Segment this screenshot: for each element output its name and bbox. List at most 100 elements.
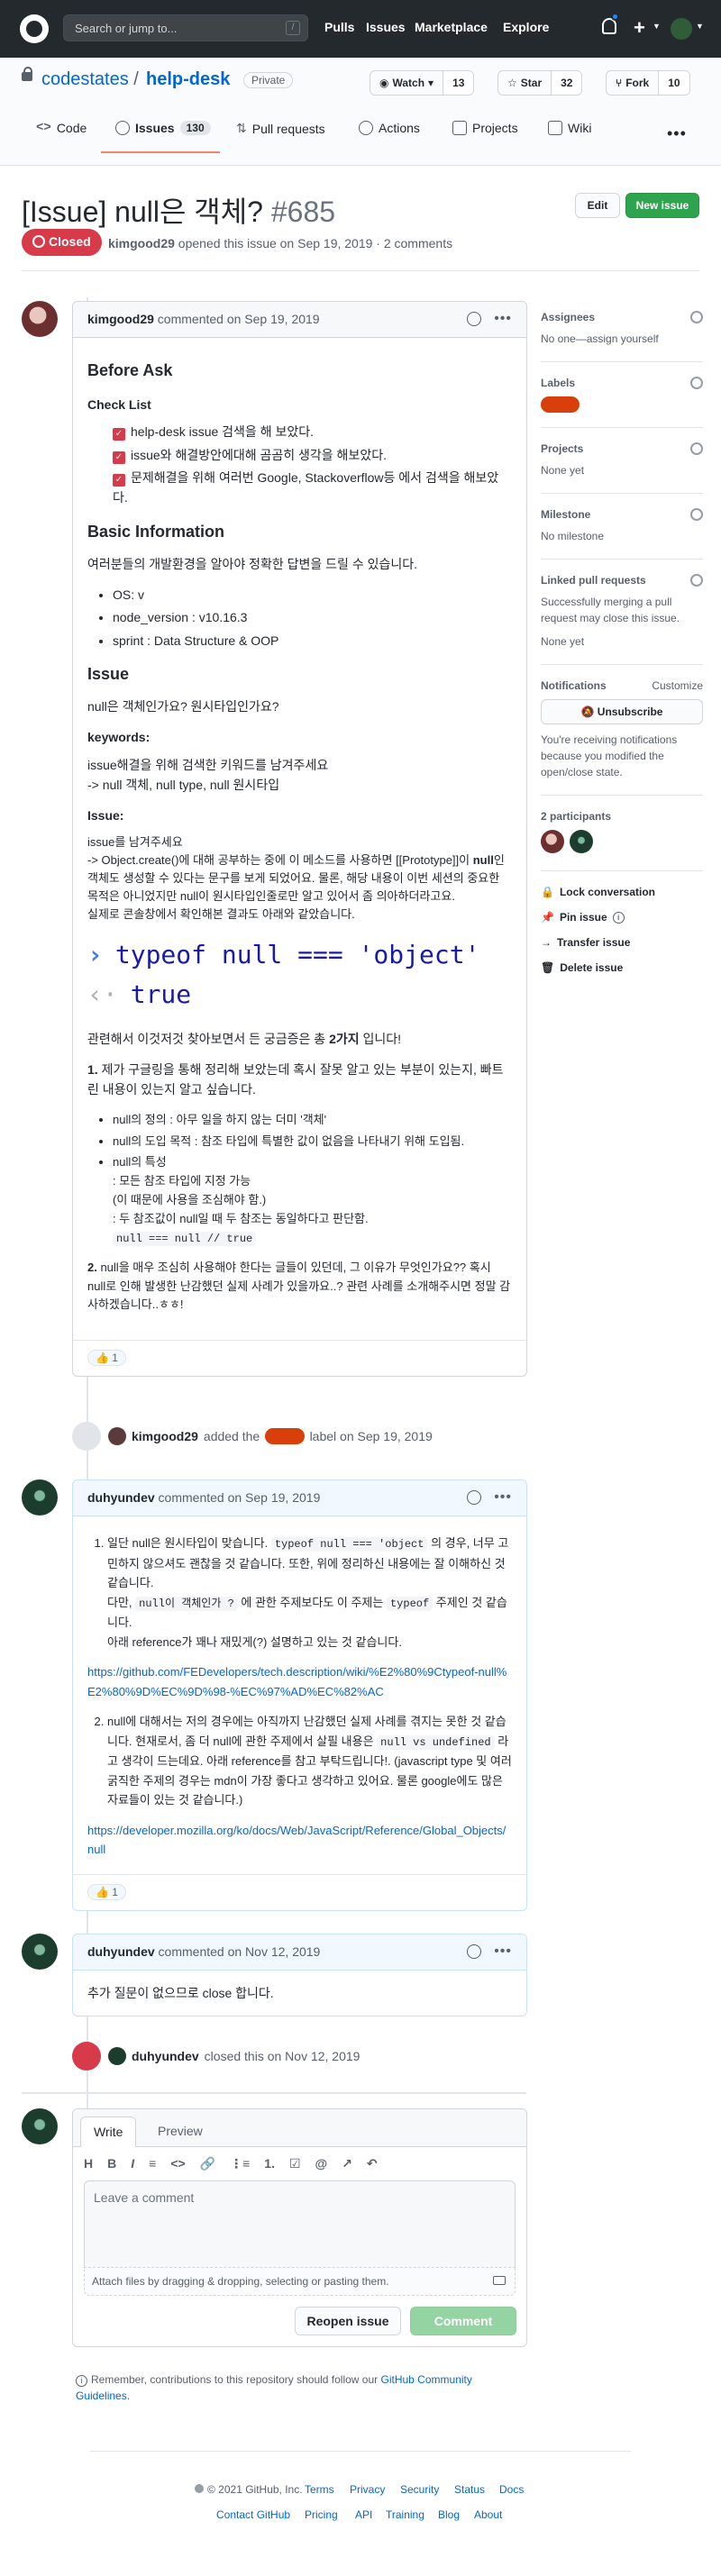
transfer-issue-button[interactable]: → Transfer issue: [541, 936, 703, 949]
nav-marketplace[interactable]: Marketplace: [415, 20, 488, 34]
gear-icon[interactable]: [690, 311, 703, 323]
repo-name-link[interactable]: help-desk: [146, 69, 230, 90]
repo-owner-link[interactable]: codestates /: [41, 69, 139, 90]
nav-explore[interactable]: Explore: [503, 20, 549, 34]
gear-icon[interactable]: [690, 442, 703, 455]
star-count[interactable]: 32: [551, 71, 582, 95]
footer-link-api[interactable]: API: [355, 2508, 372, 2521]
issue-label[interactable]: label: [265, 1428, 305, 1444]
reference-link[interactable]: https://github.com/FEDevelopers/tech.des…: [87, 1665, 507, 1698]
tab-preview[interactable]: Preview: [145, 2116, 215, 2147]
cross-reference-icon[interactable]: ↗: [342, 2156, 352, 2171]
smiley-icon[interactable]: [467, 1944, 481, 1959]
bold-icon[interactable]: B: [107, 2156, 116, 2171]
footer-link-contact[interactable]: Contact GitHub: [216, 2508, 290, 2521]
footer-link-security[interactable]: Security: [400, 2483, 439, 2496]
paragraph: issue를 남겨주세요 -> Object.create()에 대해 공부하는 …: [87, 834, 505, 922]
avatar[interactable]: [22, 301, 58, 337]
footer-link-privacy[interactable]: Privacy: [350, 2483, 385, 2496]
unordered-list-icon[interactable]: ⋮≡: [230, 2156, 250, 2171]
reopen-issue-button[interactable]: Reopen issue: [295, 2307, 401, 2335]
comment-button[interactable]: Comment: [410, 2307, 516, 2335]
more-horizontal-icon[interactable]: •••: [667, 124, 687, 143]
thumbs-up-reaction[interactable]: 👍 1: [87, 1883, 126, 1900]
tab-pull-requests[interactable]: ⇅ Pull requests: [236, 121, 325, 136]
footer-link-pricing[interactable]: Pricing: [305, 2508, 338, 2521]
smiley-icon[interactable]: [467, 1490, 481, 1505]
comment-header: duhyundev commented on Nov 12, 2019 •••: [73, 1934, 526, 1971]
attach-files-area[interactable]: Attach files by dragging & dropping, sel…: [84, 2267, 516, 2296]
footer-link-about[interactable]: About: [474, 2508, 502, 2521]
avatar[interactable]: [22, 1479, 58, 1516]
avatar[interactable]: [108, 1427, 126, 1445]
kebab-horizontal-icon[interactable]: •••: [494, 311, 512, 327]
user-avatar[interactable]: [671, 18, 692, 40]
checklist-item[interactable]: help-desk issue 검색을 해 보았다.: [113, 422, 512, 441]
footer-link-status[interactable]: Status: [454, 2483, 485, 2496]
task-list-icon[interactable]: ☑: [289, 2156, 301, 2171]
comment-author[interactable]: duhyundev: [87, 1944, 155, 1959]
star-button[interactable]: ☆ Star 32: [497, 70, 583, 96]
paragraph: 1. 제가 구글링을 통해 정리해 보았는데 혹시 잘못 알고 있는 부분이 있…: [87, 1061, 504, 1097]
code-icon[interactable]: <>: [170, 2156, 185, 2171]
search-input[interactable]: Search or jump to... /: [63, 14, 308, 41]
new-issue-button[interactable]: New issue: [625, 193, 699, 218]
edit-button[interactable]: Edit: [575, 193, 620, 218]
tab-projects[interactable]: Projects: [452, 121, 518, 135]
footer-link-training[interactable]: Training: [386, 2508, 424, 2521]
link-icon[interactable]: 🔗: [200, 2156, 215, 2171]
unsubscribe-button[interactable]: 🔕 Unsubscribe: [541, 699, 703, 724]
fork-button[interactable]: ⑂ Fork 10: [606, 70, 690, 96]
event-actor[interactable]: kimgood29: [132, 1429, 198, 1443]
create-new-plus-icon[interactable]: +: [634, 16, 645, 40]
fork-count[interactable]: 10: [658, 71, 689, 95]
watch-count[interactable]: 13: [443, 71, 474, 95]
reply-icon[interactable]: ↶: [367, 2156, 378, 2171]
delete-issue-button[interactable]: 🗑 Delete issue: [541, 961, 703, 974]
tab-wiki[interactable]: Wiki: [548, 121, 591, 135]
tab-code[interactable]: <> Code: [36, 121, 87, 135]
tab-write[interactable]: Write: [80, 2116, 137, 2147]
nav-pulls[interactable]: Pulls: [324, 20, 354, 34]
smiley-icon[interactable]: [467, 312, 481, 326]
event-actor[interactable]: duhyundev: [132, 2049, 199, 2063]
comment-author[interactable]: kimgood29: [87, 312, 154, 326]
quote-icon[interactable]: ≡: [149, 2156, 156, 2171]
kebab-horizontal-icon[interactable]: •••: [494, 1943, 512, 1960]
kebab-horizontal-icon[interactable]: •••: [494, 1489, 512, 1506]
tab-issues[interactable]: Issues 130: [115, 121, 211, 135]
watch-button[interactable]: ◉ Watch ▾ 13: [370, 70, 475, 96]
avatar[interactable]: [108, 2047, 126, 2065]
tab-actions[interactable]: Actions: [359, 121, 420, 135]
mention-icon[interactable]: @: [315, 2156, 328, 2171]
author-link[interactable]: kimgood29: [108, 236, 175, 250]
comment-author[interactable]: duhyundev: [87, 1490, 155, 1505]
avatar[interactable]: [541, 830, 564, 853]
reference-link[interactable]: https://developer.mozilla.org/ko/docs/We…: [87, 1824, 506, 1856]
checklist-item[interactable]: 문제해결을 위해 여러번 Google, Stackoverflow등 에서 검…: [113, 468, 512, 508]
avatar[interactable]: [22, 1934, 58, 1970]
footer-link-docs[interactable]: Docs: [499, 2483, 524, 2496]
lock-conversation-button[interactable]: 🔒 Lock conversation: [541, 886, 703, 898]
gear-icon[interactable]: [690, 508, 703, 521]
thumbs-up-reaction[interactable]: 👍 1: [87, 1350, 126, 1367]
issue-label[interactable]: label: [541, 396, 580, 413]
avatar[interactable]: [569, 830, 593, 853]
tag-icon: [72, 1422, 101, 1451]
github-logo-icon[interactable]: [20, 14, 49, 43]
ordered-list-icon[interactable]: 1.: [264, 2156, 275, 2171]
customize-link[interactable]: Customize: [652, 679, 703, 692]
nav-issues[interactable]: Issues: [366, 20, 406, 34]
comment-textarea[interactable]: Leave a comment: [84, 2180, 516, 2267]
checklist-item[interactable]: issue와 해결방안에대해 곰곰히 생각을 해보았다.: [113, 445, 512, 465]
heading-icon[interactable]: H: [84, 2156, 93, 2171]
gear-icon[interactable]: [690, 574, 703, 587]
italic-icon[interactable]: I: [131, 2156, 134, 2171]
footer-link-terms[interactable]: Terms: [305, 2483, 334, 2496]
pin-issue-button[interactable]: 📌 Pin issue i: [541, 911, 703, 924]
heading: Issue:: [87, 808, 124, 824]
issue-sidebar: Assignees No one—assign yourself Labels …: [541, 311, 703, 987]
gear-icon[interactable]: [690, 377, 703, 389]
star-icon: ☆: [507, 77, 517, 89]
footer-link-blog[interactable]: Blog: [438, 2508, 460, 2521]
